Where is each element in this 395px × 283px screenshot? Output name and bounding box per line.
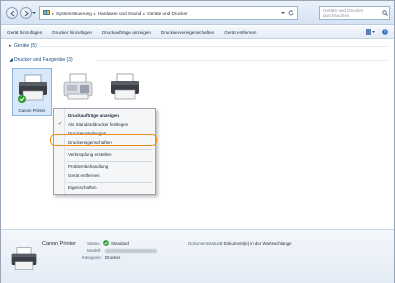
breadcrumb-devices-printers[interactable]: Geräte und Drucker xyxy=(147,11,187,16)
document-status-value: 0 Dokument(e) in der Warteschlange xyxy=(220,241,292,246)
forward-arrow-icon xyxy=(24,10,29,17)
menu-item-troubleshoot[interactable]: Problembehandlung xyxy=(68,164,108,169)
breadcrumb-hardware-sound[interactable]: Hardware und Sound xyxy=(98,11,141,16)
breadcrumb-separator: ▸ xyxy=(52,10,55,16)
control-panel-icon xyxy=(43,10,50,15)
help-icon[interactable]: ? xyxy=(382,29,388,35)
menu-item-properties[interactable]: Eigenschaften xyxy=(68,185,97,190)
group-printers-label: Drucker und Faxgeräte (3) xyxy=(14,57,73,63)
address-dropdown-icon[interactable] xyxy=(281,11,285,15)
model-label: Modell: xyxy=(87,248,102,253)
fax-icon xyxy=(63,73,93,100)
forward-button[interactable] xyxy=(20,7,32,19)
refresh-icon[interactable] xyxy=(288,10,294,16)
menu-separator xyxy=(66,161,152,162)
printer-large-icon xyxy=(11,247,37,270)
add-printer-button[interactable]: Drucker hinzufügen xyxy=(52,30,92,35)
back-button[interactable] xyxy=(6,7,18,19)
status-label: Status: xyxy=(87,241,101,246)
status-value: Standard xyxy=(111,241,129,246)
context-menu: Druckaufträge anzeigen ✓ Als Standarddru… xyxy=(53,108,156,195)
document-status-label: Dokumentstatus: xyxy=(188,241,221,246)
printer-icon xyxy=(18,74,47,103)
menu-gutter xyxy=(64,109,65,194)
back-arrow-icon xyxy=(10,10,15,17)
search-icon[interactable] xyxy=(382,10,388,16)
model-value-blurred xyxy=(105,249,157,253)
printer-label: Canon Printer xyxy=(18,108,46,113)
address-bar-area: ▸ Systemsteuerung ▸ Hardware und Sound ▸… xyxy=(1,1,394,25)
view-options-icon[interactable] xyxy=(366,29,375,35)
menu-item-set-default[interactable]: Als Standarddrucker festlegen xyxy=(68,122,128,127)
menu-separator xyxy=(66,149,152,150)
printer-item-canon[interactable]: Canon Printer xyxy=(12,68,52,116)
group-divider xyxy=(35,46,387,47)
address-field[interactable]: ▸ Systemsteuerung ▸ Hardware und Sound ▸… xyxy=(39,6,298,20)
add-device-button[interactable]: Gerät hinzufügen xyxy=(7,30,42,35)
group-printers[interactable]: ◢Drucker und Faxgeräte (3) xyxy=(9,57,73,63)
details-pane: Canon Printer Status: Standard Modell: K… xyxy=(1,229,394,283)
check-icon: ✓ xyxy=(58,121,63,127)
window: ▸ Systemsteuerung ▸ Hardware und Sound ▸… xyxy=(0,0,395,283)
group-devices-label: Geräte (5) xyxy=(14,43,37,49)
print-server-properties-button[interactable]: Druckserver­eigenschaften xyxy=(161,30,214,35)
menu-item-see-print-jobs[interactable]: Druckaufträge anzeigen xyxy=(68,113,119,118)
default-check-icon xyxy=(103,240,109,246)
menu-item-remove-device[interactable]: Gerät entfernen xyxy=(68,173,100,178)
command-bar: Gerät hinzufügen Drucker hinzufügen Druc… xyxy=(1,26,394,39)
printer-icon xyxy=(111,73,139,100)
breadcrumb-separator: ▸ xyxy=(143,10,146,16)
group-divider xyxy=(97,60,387,61)
breadcrumb-separator: ▸ xyxy=(93,10,96,16)
see-print-jobs-button[interactable]: Druckaufträge anzeigen xyxy=(102,30,151,35)
breadcrumb-control-panel[interactable]: Systemsteuerung xyxy=(56,11,92,16)
category-value: Drucker xyxy=(105,255,121,260)
category-label: Kategorie: xyxy=(82,255,103,260)
menu-separator xyxy=(66,182,152,183)
menu-item-create-shortcut[interactable]: Verknüpfung erstellen xyxy=(68,152,112,157)
details-device-name: Canon Printer xyxy=(42,241,76,247)
group-devices[interactable]: ▸ Geräte (5) xyxy=(9,43,37,49)
history-dropdown-icon[interactable] xyxy=(32,11,36,15)
search-input[interactable]: Geräte und Drucker durchsuchen xyxy=(319,6,390,20)
menu-item-highlight-ring xyxy=(50,134,157,146)
remove-device-button[interactable]: Gerät entfernen xyxy=(224,30,256,35)
